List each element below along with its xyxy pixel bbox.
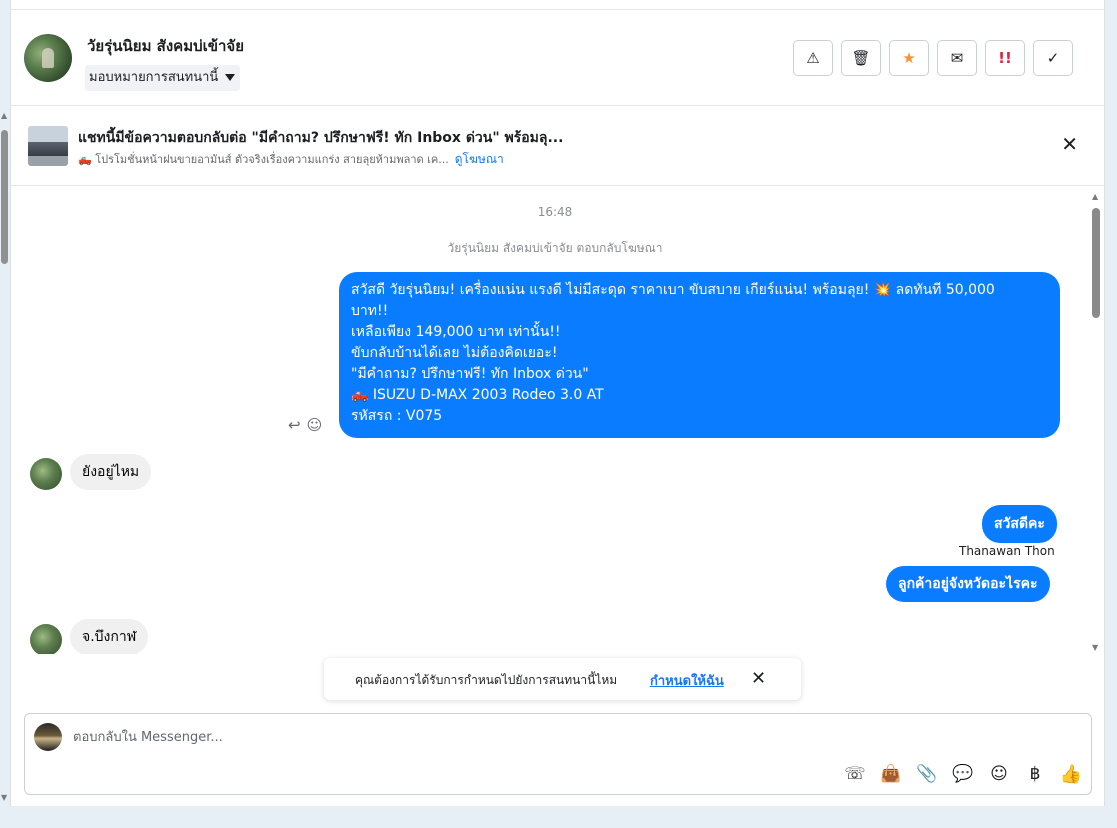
urgent-icon: !! [998,49,1012,67]
mark-done-button[interactable]: ✓ [1033,40,1073,76]
follow-up-button[interactable]: !! [985,40,1025,76]
saved-reply-icon[interactable]: 💬 [951,762,975,786]
star-icon: ★ [902,49,916,67]
message-thread[interactable]: ▲ ▼ 16:48 วัยรุ่นนิยม สังคมบ่เข้าจัย ตอบ… [11,186,1104,654]
assign-label: มอบหมายการสนทนานี้ [89,70,219,85]
message-line: เหลือเพียง 149,000 บาท เท่านั้น!! [351,324,561,340]
outgoing-message[interactable]: สวัสดีคะ [982,505,1057,543]
scroll-thumb[interactable] [1092,208,1100,318]
call-icon[interactable]: ☏ [843,762,867,786]
header-actions: ⚠ 🗑 ★ ✉ !! ✓ [793,40,1073,76]
contact-avatar-small[interactable] [30,624,62,654]
close-icon[interactable]: ✕ [751,668,766,689]
ad-reply-banner: แชทนี้มีข้อความตอบกลับต่อ "มีคำถาม? ปรึก… [11,106,1104,186]
conversation-header: วัยรุ่นนิยม สังคมบ่เข้าจัย มอบหมายการสนท… [11,10,1104,106]
message-timestamp: 16:48 [537,205,573,219]
warning-icon: ⚠ [806,49,820,67]
ad-thumbnail[interactable] [28,126,68,166]
sender-name: Thanawan Thon [959,544,1055,558]
assign-to-me-link[interactable]: กำหนดให้ฉัน [650,670,724,691]
thumbs-up-icon[interactable]: 👍 [1059,762,1083,786]
ad-banner-title: แชทนี้มีข้อความตอบกลับต่อ "มีคำถาม? ปรึก… [78,130,564,146]
spam-button[interactable]: ⚠ [793,40,833,76]
react-emoji-icon[interactable]: ☺ [307,416,323,434]
contact-avatar-small[interactable] [30,458,62,490]
outgoing-ad-message[interactable]: สวัสดี วัยรุ่นนิยม! เครื่องแน่น แรงดี ไม… [339,272,1060,438]
caret-down-icon [225,74,236,81]
ad-banner-subtitle: 🛻 โปรโมชั่นหน้าฝนขายอามันส์ ตัวจริงเรื่อ… [78,150,504,169]
incoming-message[interactable]: ยังอยู่ไหม [70,454,152,490]
view-ad-link[interactable]: ดูโฆษณา [455,152,504,166]
message-line: รหัสรถ : V075 [351,408,443,424]
scroll-up-arrow-icon[interactable]: ▲ [1,112,7,120]
message-line: 🛻 ISUZU D-MAX 2003 Rodeo 3.0 AT [351,387,604,403]
page-avatar [34,723,62,751]
scroll-down-arrow-icon[interactable]: ▼ [1092,643,1098,652]
thread-scrollbar[interactable]: ▲ ▼ [1091,192,1101,652]
incoming-message[interactable]: จ.บึงกาฬ [70,619,149,654]
reply-icon[interactable]: ↩ [288,416,301,434]
shopping-bag-icon[interactable]: 👜 [879,762,903,786]
check-icon: ✓ [1046,49,1060,67]
message-line: "มีคำถาม? ปรึกษาฟรี! ทัก Inbox ด่วน" [351,366,589,382]
scroll-up-arrow-icon[interactable]: ▲ [1092,192,1098,201]
envelope-open-icon: ✉ [950,49,964,67]
contact-avatar[interactable] [24,34,72,82]
attachment-icon[interactable]: 📎 [915,762,939,786]
star-button[interactable]: ★ [889,40,929,76]
ad-banner-description: 🛻 โปรโมชั่นหน้าฝนขายอามันส์ ตัวจริงเรื่อ… [78,153,449,166]
message-tools: ↩ ☺ [288,416,322,434]
message-line: บาท!! [351,303,389,319]
mark-unread-button[interactable]: ✉ [937,40,977,76]
composer-toolbar: ☏ 👜 📎 💬 ☺ ฿ 👍 [843,762,1083,786]
message-composer: ☏ 👜 📎 💬 ☺ ฿ 👍 [24,713,1092,795]
scroll-down-arrow-icon[interactable]: ▼ [1,794,7,802]
outer-scrollbar[interactable]: ▲ ▼ [0,112,10,802]
emoji-icon[interactable]: ☺ [987,762,1011,786]
reply-input[interactable] [73,726,673,748]
assign-prompt-text: คุณต้องการได้รับการกำหนดไปยังการสนทนานี้… [355,673,618,687]
message-line: ขับกลับบ้านได้เลย ไม่ต้องคิดเยอะ! [351,345,558,361]
scroll-thumb[interactable] [1,130,8,264]
close-banner-icon[interactable]: ✕ [1061,134,1078,154]
payment-icon[interactable]: ฿ [1023,762,1047,786]
ad-reply-note: วัยรุ่นนิยม สังคมบ่เข้าจัย ตอบกลับโฆษณา [447,241,663,255]
trash-icon: 🗑 [851,49,871,67]
outgoing-message[interactable]: ลูกค้าอยู่จังหวัดอะไรคะ [886,566,1050,602]
assign-prompt-toast: คุณต้องการได้รับการกำหนดไปยังการสนทนานี้… [324,658,801,700]
delete-button[interactable]: 🗑 [841,40,881,76]
message-line: สวัสดี วัยรุ่นนิยม! เครื่องแน่น แรงดี ไม… [351,282,995,298]
contact-name[interactable]: วัยรุ่นนิยม สังคมบ่เข้าจัย [87,34,244,58]
conversation-panel: วัยรุ่นนิยม สังคมบ่เข้าจัย มอบหมายการสนท… [10,0,1105,806]
assign-conversation-dropdown[interactable]: มอบหมายการสนทนานี้ [85,65,241,91]
